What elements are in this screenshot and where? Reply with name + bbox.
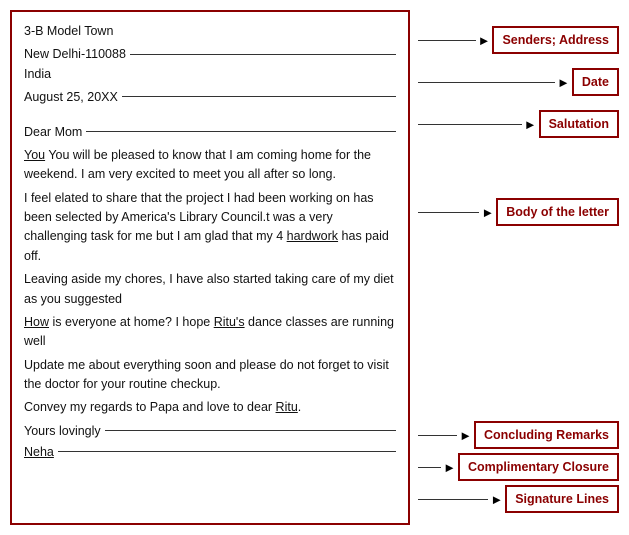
signature-block: Neha <box>24 443 396 462</box>
address-line2: New Delhi-110088 <box>24 45 126 64</box>
arrow-line-7 <box>418 499 488 500</box>
annotation-signature-row: ► Signature Lines <box>418 485 619 513</box>
annotation-body-row: ► Body of the letter <box>418 198 619 226</box>
salutation-block: Dear Mom <box>24 123 396 142</box>
date-underline <box>122 96 396 97</box>
concluding-label: Concluding Remarks <box>474 421 619 449</box>
complimentary-label: Complimentary Closure <box>458 453 619 481</box>
signature-text: Neha <box>24 443 54 462</box>
arrow-line-5 <box>418 435 457 436</box>
hardwork-underline: hardwork <box>287 229 338 243</box>
ritu2-underline: Ritu <box>276 400 298 414</box>
arrow-line-1 <box>418 40 476 41</box>
spacer <box>418 226 619 421</box>
you-underline: You <box>24 148 45 162</box>
closure-text: Yours lovingly <box>24 422 101 441</box>
ritu-underline: Ritu's <box>214 315 245 329</box>
signature-underline <box>58 451 396 452</box>
annotation-date-row: ► Date <box>418 68 619 96</box>
annotations-section: ► Senders; Address ► Date ► Salutation ►… <box>418 10 619 525</box>
salutation-text: Dear Mom <box>24 123 82 142</box>
body-label: Body of the letter <box>496 198 619 226</box>
letter-box: 3-B Model Town New Delhi-110088 India Au… <box>10 10 410 525</box>
address-line1: 3-B Model Town <box>24 22 396 41</box>
annotation-salutation-row: ► Salutation <box>418 110 619 138</box>
date-text: August 25, 20XX <box>24 88 118 107</box>
signature-label: Signature Lines <box>505 485 619 513</box>
body-para2: I feel elated to share that the project … <box>24 189 396 267</box>
body-para5: Update me about everything soon and plea… <box>24 356 396 395</box>
closure-block: Yours lovingly <box>24 422 396 441</box>
salutation-label: Salutation <box>539 110 619 138</box>
date-label: Date <box>572 68 619 96</box>
concluding-block: Convey my regards to Papa and love to de… <box>24 398 396 417</box>
how-underline: How <box>24 315 49 329</box>
address-underline <box>130 54 396 55</box>
annotation-senders-address-row: ► Senders; Address <box>418 26 619 54</box>
body-block: You You will be pleased to know that I a… <box>24 146 396 395</box>
arrow-line-2 <box>418 82 555 83</box>
senders-address-label: Senders; Address <box>492 26 619 54</box>
arrow-line-3 <box>418 124 522 125</box>
annotation-concluding-row: ► Concluding Remarks <box>418 421 619 449</box>
address-line3: India <box>24 65 396 84</box>
salutation-underline <box>86 131 396 132</box>
concluding-text: Convey my regards to Papa and love to de… <box>24 398 396 417</box>
annotation-complimentary-row: ► Complimentary Closure <box>418 453 619 481</box>
arrow-line-4 <box>418 212 479 213</box>
arrow-line-6 <box>418 467 441 468</box>
body-para3: Leaving aside my chores, I have also sta… <box>24 270 396 309</box>
closure-underline <box>105 430 396 431</box>
body-para1: You You will be pleased to know that I a… <box>24 146 396 185</box>
letter-content: 3-B Model Town New Delhi-110088 India Au… <box>24 22 396 463</box>
address-block: 3-B Model Town New Delhi-110088 India Au… <box>24 22 396 108</box>
body-para4: How is everyone at home? I hope Ritu's d… <box>24 313 396 352</box>
